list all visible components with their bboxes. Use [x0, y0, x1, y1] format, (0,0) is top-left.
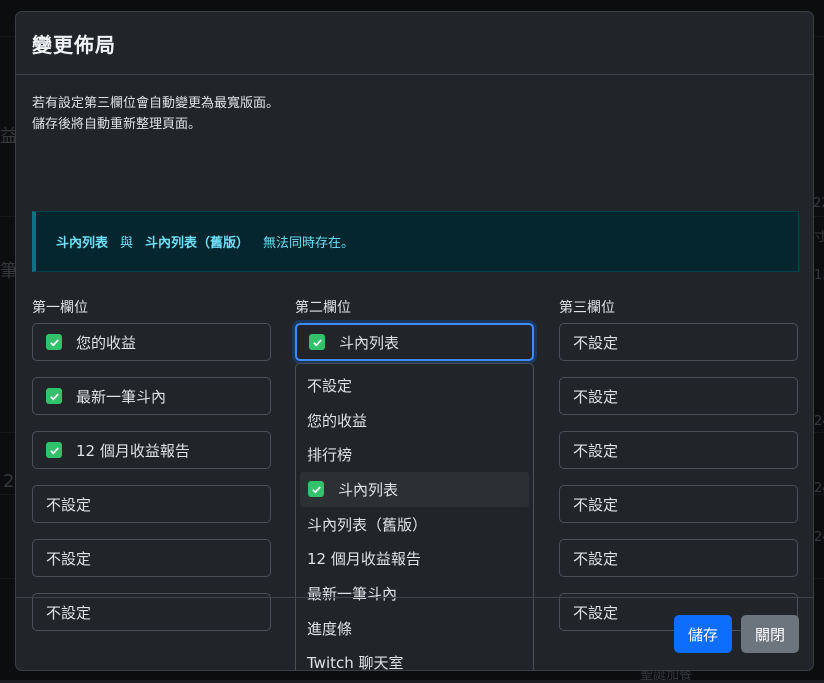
close-button[interactable]: 關閉	[741, 615, 799, 653]
option-label: 12 個月收益報告	[307, 550, 421, 569]
select-value: 斗內列表	[339, 333, 400, 352]
dropdown-option[interactable]: 不設定	[296, 368, 533, 403]
option-label: 不設定	[307, 376, 353, 395]
check-icon	[46, 334, 62, 350]
select-value: 最新一筆斗內	[76, 387, 167, 406]
save-button[interactable]: 儲存	[674, 615, 732, 653]
column1-select-5[interactable]: 不設定	[32, 539, 271, 577]
select-value: 12 個月收益報告	[76, 441, 190, 460]
column2-select-1[interactable]: 斗內列表	[295, 323, 534, 361]
select-value: 您的收益	[76, 333, 137, 352]
dropdown-option[interactable]: 12 個月收益報告	[296, 541, 533, 576]
column3-select-5[interactable]: 不設定	[559, 539, 798, 577]
dropdown-option[interactable]: 排行榜	[296, 437, 533, 472]
change-layout-modal: 變更佈局 若有設定第三欄位會自動變更為最寬版面。 儲存後將自動重新整理頁面。 斗…	[15, 11, 814, 671]
column1-select-1[interactable]: 您的收益	[32, 323, 271, 361]
alert-text: 無法同時存在。	[263, 236, 355, 251]
select-value: 不設定	[573, 333, 619, 352]
select-value: 不設定	[573, 549, 619, 568]
dropdown-option[interactable]: 您的收益	[296, 403, 533, 438]
column1-select-3[interactable]: 12 個月收益報告	[32, 431, 271, 469]
description: 若有設定第三欄位會自動變更為最寬版面。 儲存後將自動重新整理頁面。	[32, 93, 279, 135]
check-icon	[308, 481, 324, 498]
column-label-1: 第一欄位	[32, 300, 88, 316]
select-value: 不設定	[46, 495, 92, 514]
option-label: 您的收益	[307, 411, 368, 430]
alert-item: 斗內列表（舊版）	[145, 236, 250, 251]
option-label: 斗內列表	[338, 480, 399, 499]
column-label-2: 第二欄位	[295, 300, 351, 316]
alert-connector: 與	[120, 236, 134, 251]
dropdown-option-selected[interactable]: 斗內列表	[300, 472, 529, 507]
description-line: 儲存後將自動重新整理頁面。	[32, 117, 202, 132]
column3-select-2[interactable]: 不設定	[559, 377, 798, 415]
check-icon	[46, 442, 62, 458]
info-alert: 斗內列表 與 斗內列表（舊版） 無法同時存在。	[32, 211, 799, 272]
modal-title: 變更佈局	[32, 32, 116, 57]
select-value: 不設定	[46, 549, 92, 568]
column3-select-4[interactable]: 不設定	[559, 485, 798, 523]
select-value: 不設定	[573, 495, 619, 514]
column-label-3: 第三欄位	[559, 300, 615, 316]
modal-footer: 儲存 關閉	[16, 597, 813, 670]
alert-item: 斗內列表	[56, 236, 109, 251]
dropdown-option[interactable]: 斗內列表（舊版）	[296, 507, 533, 542]
option-label: 排行榜	[307, 446, 353, 465]
option-label: 斗內列表（舊版）	[307, 515, 428, 534]
column3-select-1[interactable]: 不設定	[559, 323, 798, 361]
modal-header: 變更佈局	[16, 12, 813, 75]
column3-select-3[interactable]: 不設定	[559, 431, 798, 469]
check-icon	[309, 334, 325, 350]
select-value: 不設定	[573, 441, 619, 460]
column1-select-4[interactable]: 不設定	[32, 485, 271, 523]
check-icon	[46, 388, 62, 404]
select-value: 不設定	[573, 387, 619, 406]
description-line: 若有設定第三欄位會自動變更為最寬版面。	[32, 96, 280, 111]
column1-select-2[interactable]: 最新一筆斗內	[32, 377, 271, 415]
